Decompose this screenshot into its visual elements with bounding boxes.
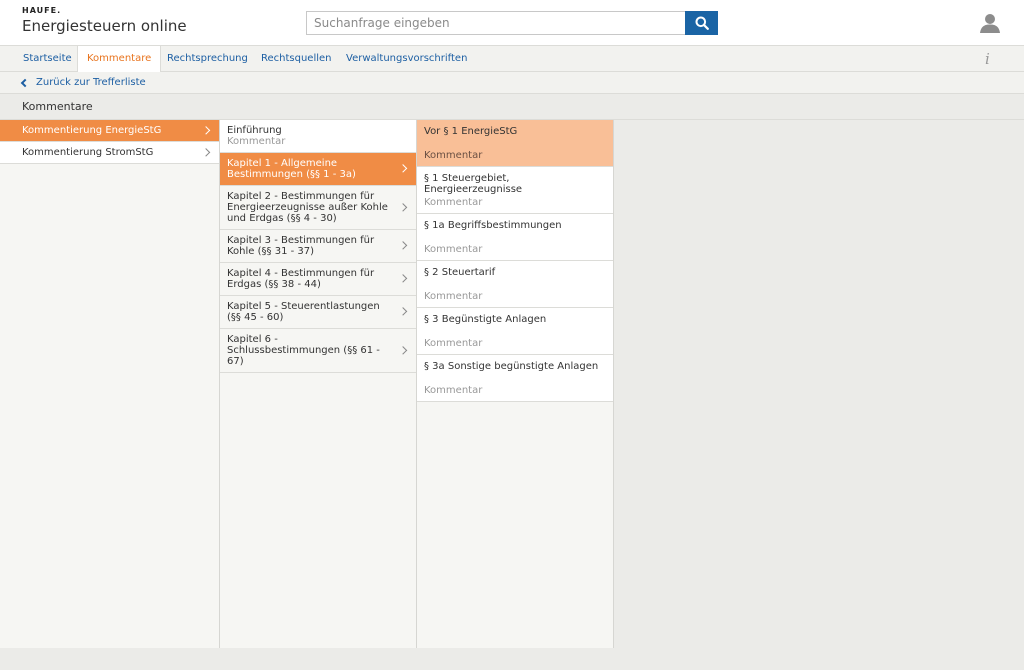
list-item-kapitel-2[interactable]: Kapitel 2 - Bestimmungen für Energieerze… (220, 186, 416, 230)
list-item-title: § 2 Steuertarif (424, 267, 496, 278)
list-item-title: Vor § 1 EnergieStG (424, 126, 518, 137)
list-item-subtitle: Kommentar (227, 136, 286, 147)
list-item-subtitle: Kommentar (424, 244, 483, 255)
list-item-subtitle: Kommentar (424, 150, 483, 161)
list-item-kapitel-3[interactable]: Kapitel 3 - Bestimmungen für Kohle (§§ 3… (220, 230, 416, 263)
list-item-label: Kapitel 4 - Bestimmungen für Erdgas (§§ … (227, 268, 375, 290)
list-item-label: Kapitel 6 - Schlussbestimmungen (§§ 61 -… (227, 334, 380, 367)
column-paragraphs: Vor § 1 EnergieStG Kommentar § 1 Steuerg… (417, 120, 614, 648)
chevron-right-icon (201, 125, 211, 135)
chevron-right-icon (398, 202, 408, 212)
list-item-paragraph-1[interactable]: § 1 Steuergebiet, Energieerzeugnisse Kom… (417, 167, 613, 214)
app-title[interactable]: Energiesteuern online (22, 17, 187, 35)
list-item-label: Kapitel 3 - Bestimmungen für Kohle (§§ 3… (227, 235, 375, 257)
back-row: Zurück zur Trefferliste (0, 72, 1024, 94)
list-item-title: § 1a Begriffsbestimmungen (424, 220, 562, 231)
chevron-left-icon (20, 78, 30, 88)
chevron-right-icon (398, 345, 408, 355)
chevron-right-icon (398, 164, 408, 173)
back-link-label: Zurück zur Trefferliste (36, 77, 146, 88)
list-item-kapitel-1[interactable]: Kapitel 1 - Allgemeine Bestimmungen (§§ … (220, 153, 416, 186)
section-header: Kommentare (0, 94, 1024, 120)
list-item-title: § 1 Steuergebiet, Energieerzeugnisse (424, 173, 523, 195)
list-item-title: § 3a Sonstige begünstigte Anlagen (424, 361, 599, 372)
bottom-strip (0, 648, 1024, 670)
list-item-kommentierung-stromstg[interactable]: Kommentierung StromStG (0, 142, 219, 164)
chevron-right-icon (201, 147, 211, 157)
list-item-kommentierung-energiestg[interactable]: Kommentierung EnergieStG (0, 120, 219, 142)
column-commentaries: Kommentierung EnergieStG Kommentierung S… (0, 120, 220, 648)
list-item-kapitel-6[interactable]: Kapitel 6 - Schlussbestimmungen (§§ 61 -… (220, 329, 416, 373)
list-item-label: Kommentierung StromStG (22, 147, 154, 158)
main-nav: Startseite Kommentare Rechtsprechung Rec… (0, 46, 1024, 73)
tab-kommentare[interactable]: Kommentare (77, 46, 162, 73)
list-item-label: Kapitel 5 - Steuerentlastungen (§§ 45 - … (227, 301, 380, 323)
list-item-paragraph-1a[interactable]: § 1a Begriffsbestimmungen Kommentar (417, 214, 613, 261)
chevron-right-icon (398, 274, 408, 283)
list-item-title: § 3 Begünstigte Anlagen (424, 314, 547, 325)
chevron-right-icon (398, 307, 408, 316)
tab-rechtsquellen[interactable]: Rechtsquellen (252, 46, 341, 72)
user-icon[interactable] (979, 12, 1001, 34)
list-item-title: Einführung (227, 125, 282, 136)
info-icon[interactable]: i (985, 50, 990, 68)
search-button[interactable] (685, 11, 718, 35)
list-item-kapitel-4[interactable]: Kapitel 4 - Bestimmungen für Erdgas (§§ … (220, 263, 416, 296)
list-item-vor-paragraph-1[interactable]: Vor § 1 EnergieStG Kommentar (417, 120, 613, 167)
list-item-einfuehrung[interactable]: Einführung Kommentar (220, 120, 416, 153)
header: HAUFE. Energiesteuern online (0, 0, 1024, 46)
section-title: Kommentare (22, 100, 93, 113)
list-item-subtitle: Kommentar (424, 291, 483, 302)
list-item-paragraph-2[interactable]: § 2 Steuertarif Kommentar (417, 261, 613, 308)
tab-startseite[interactable]: Startseite (14, 46, 81, 72)
search-icon (695, 16, 709, 30)
list-item-subtitle: Kommentar (424, 338, 483, 349)
list-item-label: Kommentierung EnergieStG (22, 125, 162, 136)
list-item-kapitel-5[interactable]: Kapitel 5 - Steuerentlastungen (§§ 45 - … (220, 296, 416, 329)
tab-rechtsprechung[interactable]: Rechtsprechung (158, 46, 257, 72)
tab-verwaltungsvorschriften[interactable]: Verwaltungsvorschriften (337, 46, 476, 72)
list-item-paragraph-3a[interactable]: § 3a Sonstige begünstigte Anlagen Kommen… (417, 355, 613, 402)
list-item-label: Kapitel 1 - Allgemeine Bestimmungen (§§ … (227, 158, 356, 180)
search-input[interactable] (306, 11, 686, 35)
brand-logo[interactable]: HAUFE. (22, 6, 61, 15)
list-item-label: Kapitel 2 - Bestimmungen für Energieerze… (227, 191, 388, 224)
list-item-subtitle: Kommentar (424, 385, 483, 396)
back-to-results-link[interactable]: Zurück zur Trefferliste (20, 77, 146, 88)
list-item-subtitle: Kommentar (424, 197, 483, 208)
list-item-paragraph-3[interactable]: § 3 Begünstigte Anlagen Kommentar (417, 308, 613, 355)
column-chapters: Einführung Kommentar Kapitel 1 - Allgeme… (220, 120, 417, 648)
chevron-right-icon (398, 241, 408, 250)
